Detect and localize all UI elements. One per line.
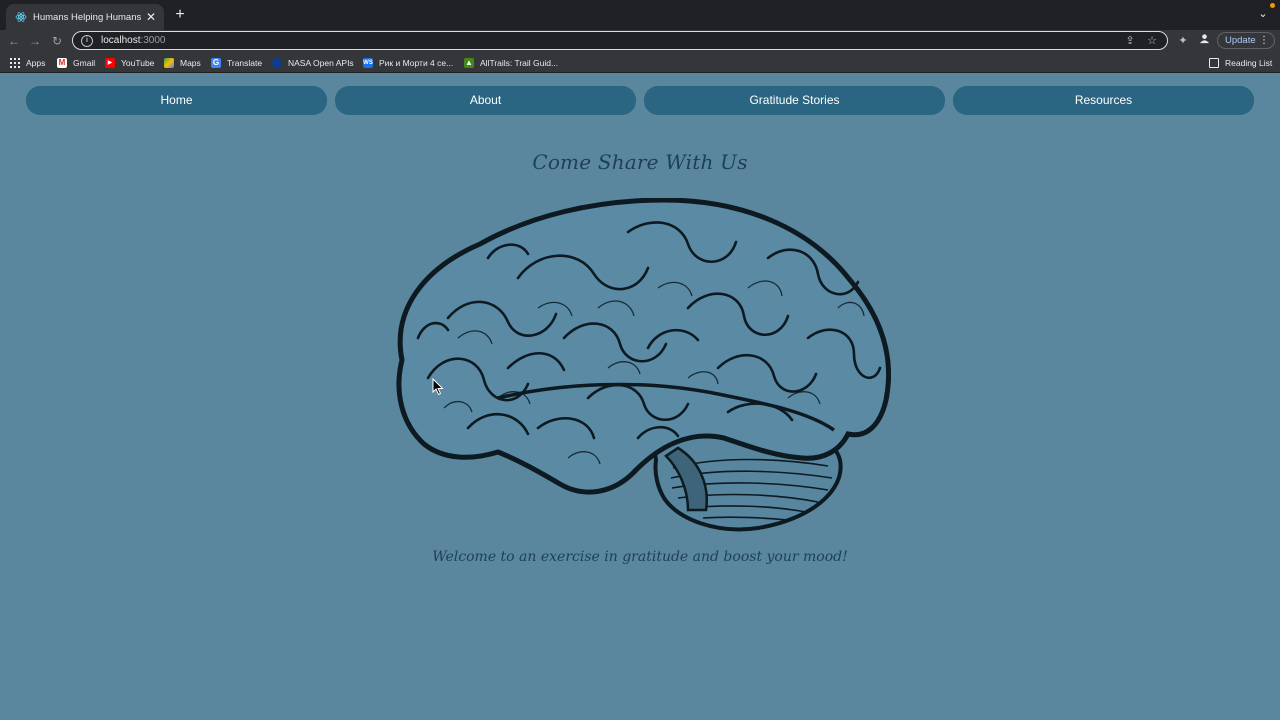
ws-icon: WS — [363, 57, 373, 68]
site-info-icon[interactable]: i — [81, 34, 93, 47]
bookmark-gmail[interactable]: M Gmail — [57, 52, 95, 73]
new-tab-plus-icon[interactable]: + — [172, 7, 188, 23]
site-navbar: Home About Gratitude Stories Resources — [0, 86, 1280, 115]
gmail-icon: M — [57, 57, 67, 68]
nav-home[interactable]: Home — [26, 86, 327, 115]
nav-resources[interactable]: Resources — [953, 86, 1254, 115]
brain-illustration — [388, 197, 892, 532]
react-atom-icon — [15, 11, 27, 23]
share-icon[interactable]: ⇪ — [1123, 34, 1137, 47]
bookmark-maps[interactable]: Maps — [164, 52, 201, 73]
alltrails-icon: ▲ — [464, 57, 474, 68]
bookmark-alltrails[interactable]: ▲ AllTrails: Trail Guid... — [464, 52, 558, 73]
tab-search-chevron-icon[interactable]: ⌄ — [1256, 7, 1270, 21]
nav-about[interactable]: About — [335, 86, 636, 115]
update-button[interactable]: Update ⋮ — [1217, 32, 1275, 49]
menu-kebab-icon[interactable]: ⋮ — [1259, 35, 1269, 46]
bookmark-translate[interactable]: G Translate — [211, 52, 262, 73]
forward-arrow-icon[interactable]: → — [27, 33, 43, 49]
bookmark-apps[interactable]: Apps — [10, 52, 45, 73]
profile-avatar-icon[interactable] — [1197, 33, 1211, 49]
close-icon[interactable]: ✕ — [144, 10, 158, 24]
welcome-tagline: Welcome to an exercise in gratitude and … — [432, 549, 848, 565]
reading-list-icon — [1209, 57, 1219, 68]
nav-gratitude-stories[interactable]: Gratitude Stories — [644, 86, 945, 115]
bookmarks-bar: Apps M Gmail ▶ YouTube Maps G Translate … — [0, 52, 1280, 73]
bookmark-nasa[interactable]: NASA Open APIs — [272, 52, 354, 73]
notification-dot — [1270, 3, 1275, 8]
nasa-icon — [272, 57, 282, 68]
bookmark-star-icon[interactable]: ☆ — [1145, 34, 1159, 47]
maps-icon — [164, 57, 174, 68]
mouse-cursor-icon — [432, 377, 444, 396]
youtube-icon: ▶ — [105, 57, 115, 68]
address-url[interactable]: localhost:3000 — [101, 35, 1115, 46]
bookmark-youtube[interactable]: ▶ YouTube — [105, 52, 154, 73]
page-title: Come Share With Us — [532, 150, 748, 174]
browser-tab-active[interactable]: Humans Helping Humans ✕ — [6, 4, 164, 30]
back-arrow-icon[interactable]: ← — [6, 33, 22, 49]
apps-grid-icon — [10, 57, 20, 68]
tab-title: Humans Helping Humans — [33, 11, 142, 23]
bookmark-ws[interactable]: WS Рик и Морти 4 се... — [363, 52, 453, 73]
browser-toolbar: ← → ↻ i localhost:3000 ⇪ ☆ ✦ Update ⋮ — [0, 30, 1280, 52]
browser-tabstrip: Humans Helping Humans ✕ + ⌄ — [0, 0, 1280, 30]
address-bar[interactable]: i localhost:3000 ⇪ ☆ — [72, 31, 1168, 50]
reading-list[interactable]: Reading List — [1209, 52, 1272, 73]
extensions-puzzle-icon[interactable]: ✦ — [1176, 33, 1190, 49]
translate-icon: G — [211, 57, 221, 68]
reload-icon[interactable]: ↻ — [49, 33, 65, 49]
